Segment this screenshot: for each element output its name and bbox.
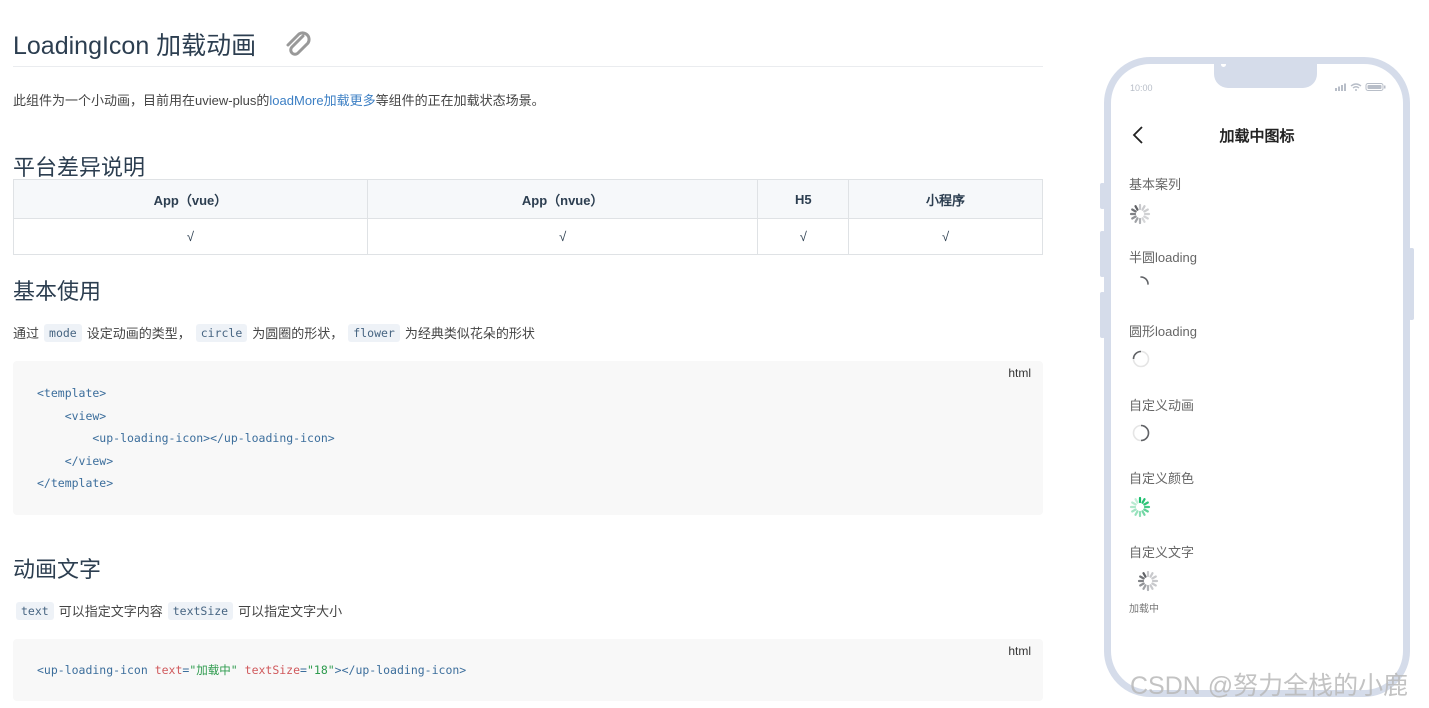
code-block[interactable]: html <up-loading-icon text = "加载中" textSiz… <box>13 639 1043 701</box>
intro-after: 等组件的正在加载状态场景。 <box>375 93 545 108</box>
nav-title: 加载中图标 <box>1219 128 1295 145</box>
section-label: 圆形loading <box>1129 324 1197 339</box>
text-segment: 可以指定文字大小 <box>238 604 343 619</box>
status-time: 10:00 <box>1130 83 1153 93</box>
basic-usage-heading: 基本使用 <box>13 279 102 304</box>
intro-text: 此组件为一个小动画，目前用在uview-plus的loadMore加载更多等组件… <box>13 90 545 109</box>
text-segment: 可以指定文字内容 <box>58 604 163 619</box>
code-string: "18" <box>306 663 335 677</box>
text-segment: 通过 <box>13 326 40 341</box>
loading-text: 加载中 <box>1129 604 1159 615</box>
status-icons <box>1335 83 1386 91</box>
platform-support-cell: √ <box>13 218 368 255</box>
platform-header-cell: App（vue） <box>13 179 368 219</box>
code-line: <view> <box>37 408 107 423</box>
platform-header-cell: 小程序 <box>848 179 1043 219</box>
title-divider <box>13 66 1043 67</box>
basic-usage-text: 通过 mode 设定动画的类型， circle 为圆圈的形状， flower 为… <box>13 323 535 342</box>
platform-support-cell: √ <box>848 218 1043 255</box>
page-title-row: LoadingIcon 加载动画 <box>13 26 314 62</box>
code-line: <template> <box>37 386 107 400</box>
table-row: √ √ √ √ <box>13 218 1043 255</box>
section-label: 基本案列 <box>1129 177 1182 192</box>
section-label: 自定义文字 <box>1129 545 1195 560</box>
circle-spinner-icon <box>1132 350 1150 368</box>
flower-spinner-icon <box>1137 570 1159 592</box>
code-tag: <up-loading-icon <box>37 663 155 677</box>
phone-preview: 10:00 加载中图标 基本案列 半圆loading 圆形loading 自定义… <box>1104 57 1410 697</box>
code-tag: ></up-loading-icon> <box>334 663 467 677</box>
animation-text-description: text 可以指定文字内容 textSize 可以指定文字大小 <box>11 601 342 620</box>
inline-code: text <box>16 601 54 620</box>
code-string: "加载中" <box>189 663 238 677</box>
inline-code: flower <box>348 323 400 342</box>
inline-code: circle <box>195 323 248 342</box>
platform-heading: 平台差异说明 <box>13 155 146 180</box>
animation-text-heading: 动画文字 <box>13 557 102 582</box>
watermark: CSDN @努力全栈的小鹿 <box>1130 672 1409 700</box>
section-label: 自定义动画 <box>1129 398 1195 413</box>
platform-support-cell: √ <box>757 218 850 255</box>
camera-dot <box>1221 64 1226 67</box>
platform-support-cell: √ <box>366 218 759 255</box>
section-label: 自定义颜色 <box>1129 471 1195 486</box>
code-line: </view> <box>37 453 114 468</box>
text-segment: 设定动画的类型， <box>86 326 191 341</box>
battery-icon <box>1365 83 1386 91</box>
platform-header-cell: App（nvue） <box>366 179 759 219</box>
text-segment: 为经典类似花朵的形状 <box>404 326 535 341</box>
code-line: <up-loading-icon></up-loading-icon> <box>37 431 335 445</box>
intro-before: 此组件为一个小动画，目前用在uview-plus的 <box>13 93 270 108</box>
code-eq: = <box>300 663 307 677</box>
inline-code: textSize <box>167 601 234 620</box>
code-block[interactable]: html <template> <view> <up-loading-icon>… <box>13 361 1043 515</box>
custom-spinner-icon <box>1132 424 1150 442</box>
wifi-dot <box>1355 89 1357 91</box>
green-flower-spinner-icon <box>1129 496 1151 518</box>
page-title: LoadingIcon 加载动画 <box>13 32 257 60</box>
code-language-label: html <box>1008 366 1031 380</box>
section-label: 半圆loading <box>1129 250 1197 265</box>
inline-code: mode <box>44 323 82 342</box>
code-attr: textSize <box>244 663 301 677</box>
platform-table: App（vue） App（nvue） H5 小程序 √ √ √ √ <box>13 179 1043 255</box>
wifi-icon <box>1350 83 1362 89</box>
code-content[interactable]: <up-loading-icon text="加载中" textSize="18… <box>37 659 466 682</box>
code-content[interactable]: <template> <view> <up-loading-icon></up-… <box>37 382 335 495</box>
loadmore-link[interactable]: loadMore加载更多 <box>269 93 375 108</box>
code-line: </template> <box>37 476 114 490</box>
signal-icon <box>1335 83 1346 91</box>
semicircle-spinner-icon <box>1140 276 1149 285</box>
flower-spinner-icon <box>1129 203 1151 225</box>
text-segment: 为圆圈的形状， <box>252 326 344 341</box>
code-attr: text <box>154 663 183 677</box>
code-language-label: html <box>1008 644 1031 658</box>
paperclip-icon[interactable] <box>282 28 314 60</box>
phone-notch <box>1214 61 1317 88</box>
speaker-bar <box>1268 61 1310 63</box>
platform-header-cell: H5 <box>757 179 850 219</box>
